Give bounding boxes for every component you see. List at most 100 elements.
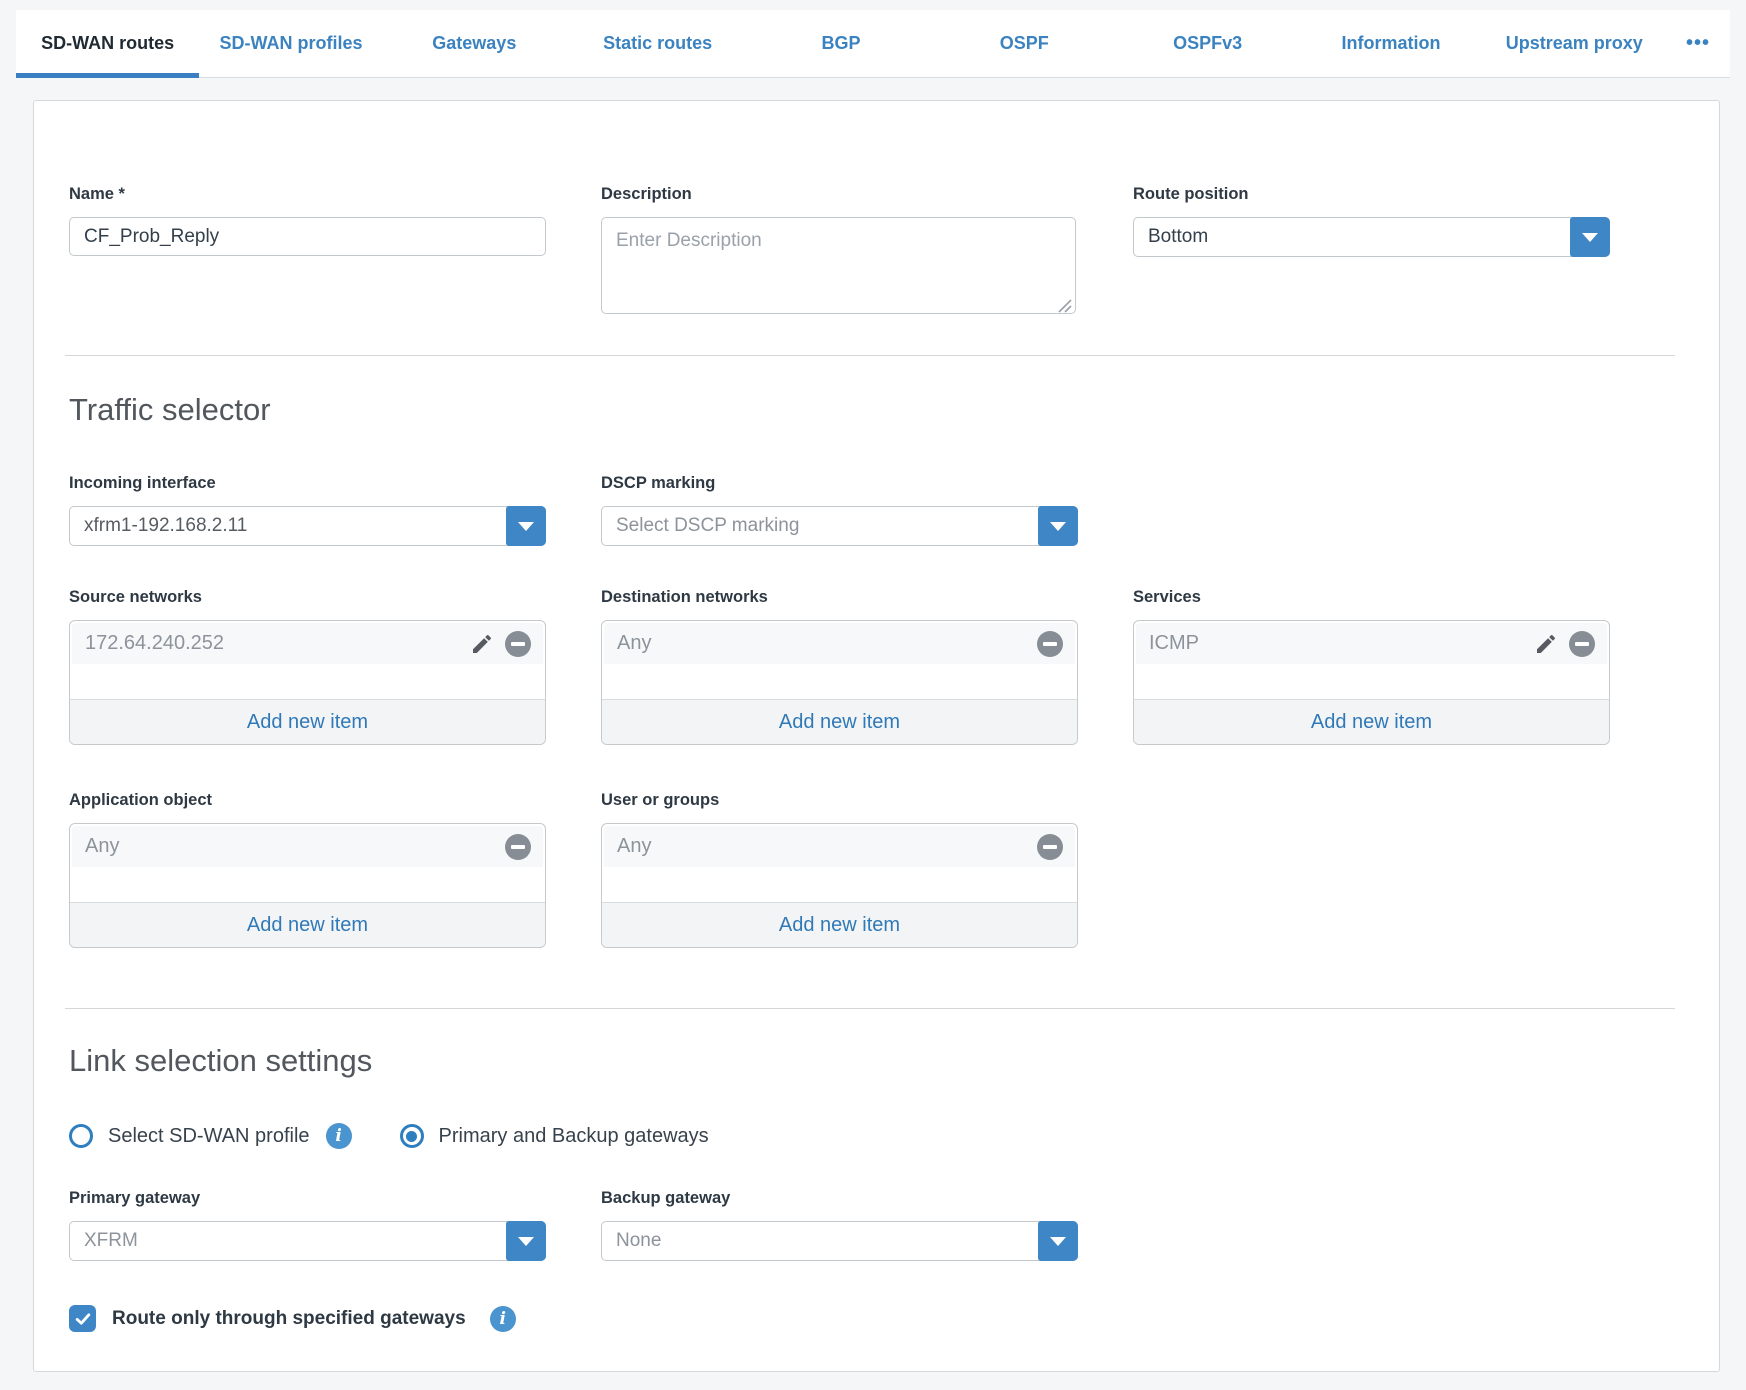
description-textarea[interactable] [601, 217, 1076, 314]
tab-gateways[interactable]: Gateways [383, 10, 566, 77]
list-item-value: Any [85, 835, 119, 858]
backup-gateway-label: Backup gateway [601, 1189, 1078, 1208]
tab-label: OSPFv3 [1173, 33, 1242, 54]
remove-icon[interactable] [1037, 834, 1063, 860]
tab-ospfv3[interactable]: OSPFv3 [1116, 10, 1299, 77]
remove-icon[interactable] [505, 834, 531, 860]
application-object-label: Application object [69, 791, 546, 810]
tab-upstream-proxy[interactable]: Upstream proxy [1483, 10, 1666, 77]
radio-select-sdwan-profile[interactable]: Select SD-WAN profile [69, 1124, 310, 1148]
route-only-checkbox-label: Route only through specified gateways [112, 1308, 466, 1330]
chevron-down-icon[interactable] [1038, 506, 1078, 546]
tab-bgp[interactable]: BGP [749, 10, 932, 77]
application-object-group: Application object Any Add new item [69, 791, 546, 948]
application-object-list: Any Add new item [69, 823, 546, 948]
list-empty-space [70, 867, 545, 902]
source-networks-group: Source networks 172.64.240.252 Add new i… [69, 588, 546, 745]
radio-selected-icon[interactable] [400, 1124, 424, 1148]
tab-bar: SD-WAN routes SD-WAN profiles Gateways S… [16, 10, 1730, 78]
list-item: Any [604, 623, 1075, 664]
tab-label: BGP [821, 33, 860, 54]
info-icon[interactable]: i [490, 1306, 516, 1332]
description-label: Description [601, 185, 1078, 204]
route-position-select[interactable]: Bottom [1133, 217, 1610, 257]
tab-label: Upstream proxy [1506, 33, 1643, 54]
route-only-checkbox-row: Route only through specified gateways i [69, 1305, 1719, 1332]
add-new-item-button[interactable]: Add new item [1134, 699, 1609, 744]
tab-static-routes[interactable]: Static routes [566, 10, 749, 77]
dscp-marking-field-group: DSCP marking Select DSCP marking [601, 474, 1078, 546]
incoming-interface-label: Incoming interface [69, 474, 546, 493]
tab-sdwan-routes[interactable]: SD-WAN routes [16, 10, 199, 77]
add-new-item-button[interactable]: Add new item [602, 902, 1077, 947]
edit-icon[interactable] [470, 632, 494, 656]
tab-label: SD-WAN profiles [219, 33, 362, 54]
list-empty-space [602, 867, 1077, 902]
primary-gateway-select[interactable]: XFRM [69, 1221, 546, 1261]
active-tab-underline [16, 73, 199, 78]
link-selection-heading: Link selection settings [69, 1043, 1719, 1079]
user-or-groups-label: User or groups [601, 791, 1078, 810]
route-position-label: Route position [1133, 185, 1610, 204]
list-empty-space [602, 664, 1077, 699]
name-field-group: Name * [69, 185, 546, 256]
route-position-field-group: Route position Bottom [1133, 185, 1610, 257]
section-divider [65, 1008, 1675, 1009]
edit-icon[interactable] [1534, 632, 1558, 656]
user-or-groups-group: User or groups Any Add new item [601, 791, 1078, 948]
incoming-interface-select[interactable]: xfrm1-192.168.2.11 [69, 506, 546, 546]
route-position-value: Bottom [1148, 226, 1208, 248]
list-empty-space [70, 664, 545, 699]
radio-label: Primary and Backup gateways [439, 1125, 709, 1148]
backup-gateway-select[interactable]: None [601, 1221, 1078, 1261]
backup-gateway-value: None [616, 1230, 661, 1252]
more-tabs-icon[interactable]: ••• [1666, 10, 1730, 77]
info-icon[interactable]: i [326, 1123, 352, 1149]
tab-label: Information [1341, 33, 1440, 54]
list-item-value: Any [617, 835, 651, 858]
dscp-marking-value: Select DSCP marking [616, 515, 799, 537]
dscp-marking-label: DSCP marking [601, 474, 1078, 493]
chevron-down-icon[interactable] [1038, 1221, 1078, 1261]
services-group: Services ICMP Add new item [1133, 588, 1610, 745]
radio-primary-and-backup-gateways[interactable]: Primary and Backup gateways [400, 1124, 709, 1148]
traffic-selector-heading: Traffic selector [69, 392, 1719, 428]
section-divider [65, 355, 1675, 356]
tab-information[interactable]: Information [1299, 10, 1482, 77]
remove-icon[interactable] [505, 631, 531, 657]
source-networks-list: 172.64.240.252 Add new item [69, 620, 546, 745]
list-item: Any [72, 826, 543, 867]
add-new-item-button[interactable]: Add new item [602, 699, 1077, 744]
tab-label: OSPF [1000, 33, 1049, 54]
incoming-interface-field-group: Incoming interface xfrm1-192.168.2.11 [69, 474, 546, 546]
list-item-value: ICMP [1149, 632, 1199, 655]
chevron-down-icon[interactable] [506, 1221, 546, 1261]
list-item-value: Any [617, 632, 651, 655]
services-label: Services [1133, 588, 1610, 607]
list-item: ICMP [1136, 623, 1607, 664]
tab-label: SD-WAN routes [41, 33, 174, 54]
tab-ospf[interactable]: OSPF [933, 10, 1116, 77]
source-networks-label: Source networks [69, 588, 546, 607]
remove-icon[interactable] [1037, 631, 1063, 657]
name-label: Name * [69, 185, 546, 204]
radio-unselected-icon[interactable] [69, 1124, 93, 1148]
primary-gateway-field-group: Primary gateway XFRM [69, 1189, 546, 1261]
add-new-item-button[interactable]: Add new item [70, 699, 545, 744]
tab-sdwan-profiles[interactable]: SD-WAN profiles [199, 10, 382, 77]
user-or-groups-list: Any Add new item [601, 823, 1078, 948]
destination-networks-list: Any Add new item [601, 620, 1078, 745]
chevron-down-icon[interactable] [506, 506, 546, 546]
link-selection-radio-group: Select SD-WAN profile i Primary and Back… [69, 1123, 1719, 1149]
checkbox-checked-icon[interactable] [69, 1305, 96, 1332]
primary-gateway-label: Primary gateway [69, 1189, 546, 1208]
dscp-marking-select[interactable]: Select DSCP marking [601, 506, 1078, 546]
services-list: ICMP Add new item [1133, 620, 1610, 745]
destination-networks-group: Destination networks Any Add new item [601, 588, 1078, 745]
add-new-item-button[interactable]: Add new item [70, 902, 545, 947]
resize-grip-icon[interactable] [1058, 299, 1072, 313]
name-input[interactable] [69, 217, 546, 256]
list-empty-space [1134, 664, 1609, 699]
chevron-down-icon[interactable] [1570, 217, 1610, 257]
remove-icon[interactable] [1569, 631, 1595, 657]
